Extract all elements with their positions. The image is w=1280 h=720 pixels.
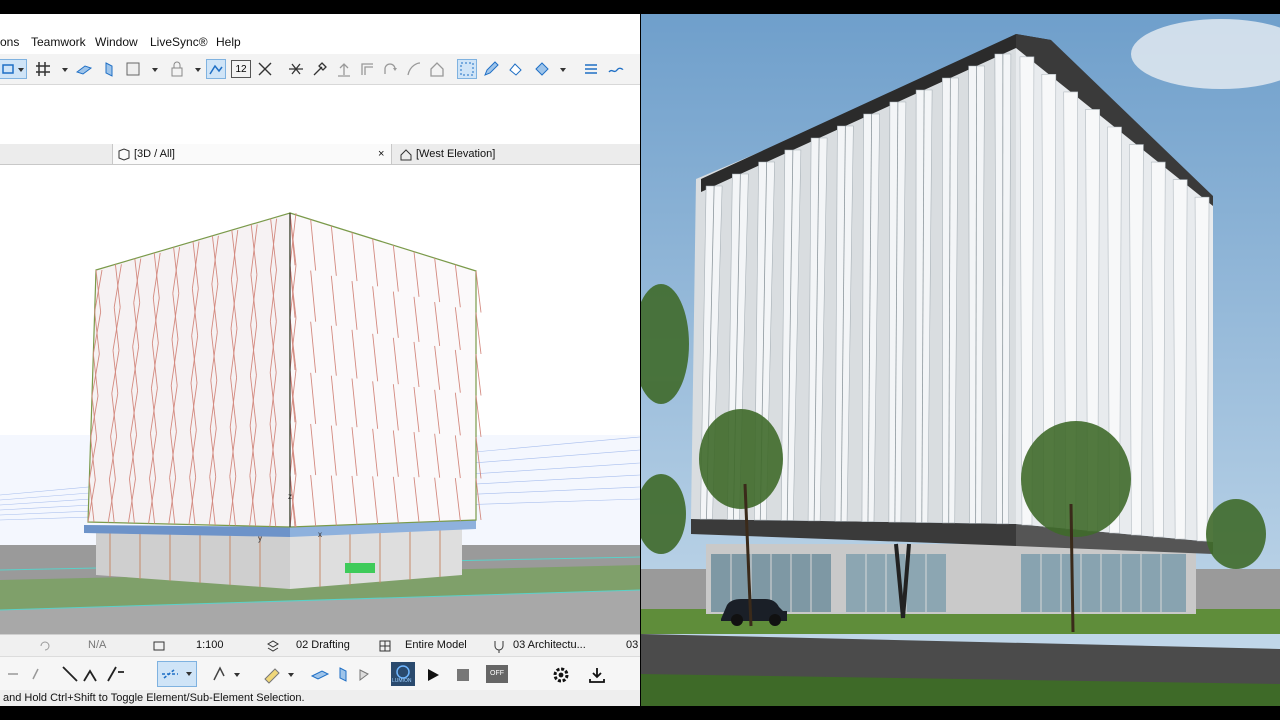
split-icon[interactable] [287, 60, 305, 78]
elevation-icon [400, 149, 412, 161]
chevron-down-icon[interactable] [152, 68, 158, 72]
chevron-down-icon[interactable] [195, 68, 201, 72]
svg-text:x: x [318, 530, 322, 539]
extra-value[interactable]: 03 [626, 639, 638, 651]
render-preview [641, 14, 1280, 706]
lumion-logo[interactable]: LUMION [391, 662, 415, 686]
tab-label: [3D / All] [134, 148, 175, 160]
edit-pen-icon[interactable] [482, 60, 500, 78]
pen-set-icon[interactable] [492, 639, 506, 653]
main-toolbar: 12 [0, 54, 640, 85]
menu-teamwork[interactable]: Teamwork [31, 35, 86, 49]
model-view-value[interactable]: Entire Model [405, 639, 467, 651]
arrow-tools-icon[interactable] [6, 666, 46, 682]
menu-livesync[interactable]: LiveSync® [150, 35, 208, 49]
dimension-counter[interactable]: 12 [231, 60, 251, 78]
surface-painter-icon[interactable] [262, 664, 302, 684]
off-toggle[interactable]: OFF [486, 665, 508, 683]
stop-icon[interactable] [455, 667, 471, 683]
intersect-icon[interactable] [256, 60, 274, 78]
house-icon[interactable] [428, 60, 446, 78]
rendered-building-image [641, 14, 1280, 706]
model-view-icon[interactable] [378, 639, 392, 653]
archicad-window: ons Teamwork Window LiveSync® Help 12 [3… [0, 14, 640, 706]
export-icon[interactable] [587, 665, 607, 685]
menu-options[interactable]: ons [0, 35, 19, 49]
settings-menu-icon[interactable] [582, 60, 600, 78]
bottom-toolbar: LUMION OFF [0, 656, 640, 691]
hint-text: and Hold Ctrl+Shift to Toggle Element/Su… [0, 690, 640, 706]
menu-bar: ons Teamwork Window LiveSync® Help [0, 32, 640, 52]
tab-3d-all[interactable]: [3D / All] × [112, 144, 392, 164]
view-tab-bar: [3D / All] × [West Elevation] [0, 144, 640, 165]
trace-icon[interactable] [206, 59, 226, 79]
fill-icon[interactable] [506, 60, 524, 78]
na-value: N/A [88, 639, 107, 651]
3d-model-drawing: z y x [0, 165, 640, 638]
adjust-icon[interactable] [311, 60, 329, 78]
scale-icon[interactable] [152, 639, 166, 653]
magic-wand-icon[interactable] [457, 59, 477, 79]
offset-icon[interactable] [358, 60, 376, 78]
close-icon[interactable]: × [378, 144, 384, 164]
grid-snap-icon[interactable] [34, 60, 52, 78]
render-icon[interactable] [533, 60, 551, 78]
element-transfer-icon[interactable] [308, 664, 378, 684]
layer-set-value[interactable]: 02 Drafting [296, 639, 350, 651]
line-tools-icon[interactable] [60, 664, 140, 684]
cursor-snap-icon[interactable] [208, 664, 248, 684]
curve-icon[interactable] [405, 60, 423, 78]
3d-viewport[interactable]: z y x [0, 165, 640, 638]
layer-dropdown-icon[interactable] [0, 59, 27, 79]
chevron-down-icon[interactable] [62, 68, 68, 72]
elevate-icon[interactable] [335, 60, 353, 78]
snap-guides-button[interactable] [157, 661, 197, 687]
tab-label: [West Elevation] [416, 148, 496, 160]
lock-icon[interactable] [168, 60, 186, 78]
svg-text:z: z [288, 492, 292, 501]
status-bar: N/A 1:100 02 Drafting Entire Model 03 Ar… [0, 634, 640, 657]
svg-text:y: y [258, 534, 262, 543]
rotate-icon[interactable] [381, 60, 399, 78]
wall-icon[interactable] [100, 60, 118, 78]
play-icon[interactable] [425, 667, 441, 683]
layers-icon[interactable] [266, 639, 280, 653]
tab-west-elevation[interactable]: [West Elevation] [396, 144, 640, 164]
gear-icon[interactable] [551, 665, 571, 685]
undo-icon[interactable] [38, 639, 52, 653]
selection-box-icon[interactable] [124, 60, 142, 78]
menu-window[interactable]: Window [95, 35, 138, 49]
pen-set-value[interactable]: 03 Architectu... [513, 639, 586, 651]
menu-help[interactable]: Help [216, 35, 241, 49]
scale-value[interactable]: 1:100 [196, 639, 224, 651]
cube-icon [118, 148, 130, 161]
slab-icon[interactable] [75, 60, 93, 78]
mesh-icon[interactable] [607, 60, 625, 78]
chevron-down-icon[interactable] [560, 68, 566, 72]
